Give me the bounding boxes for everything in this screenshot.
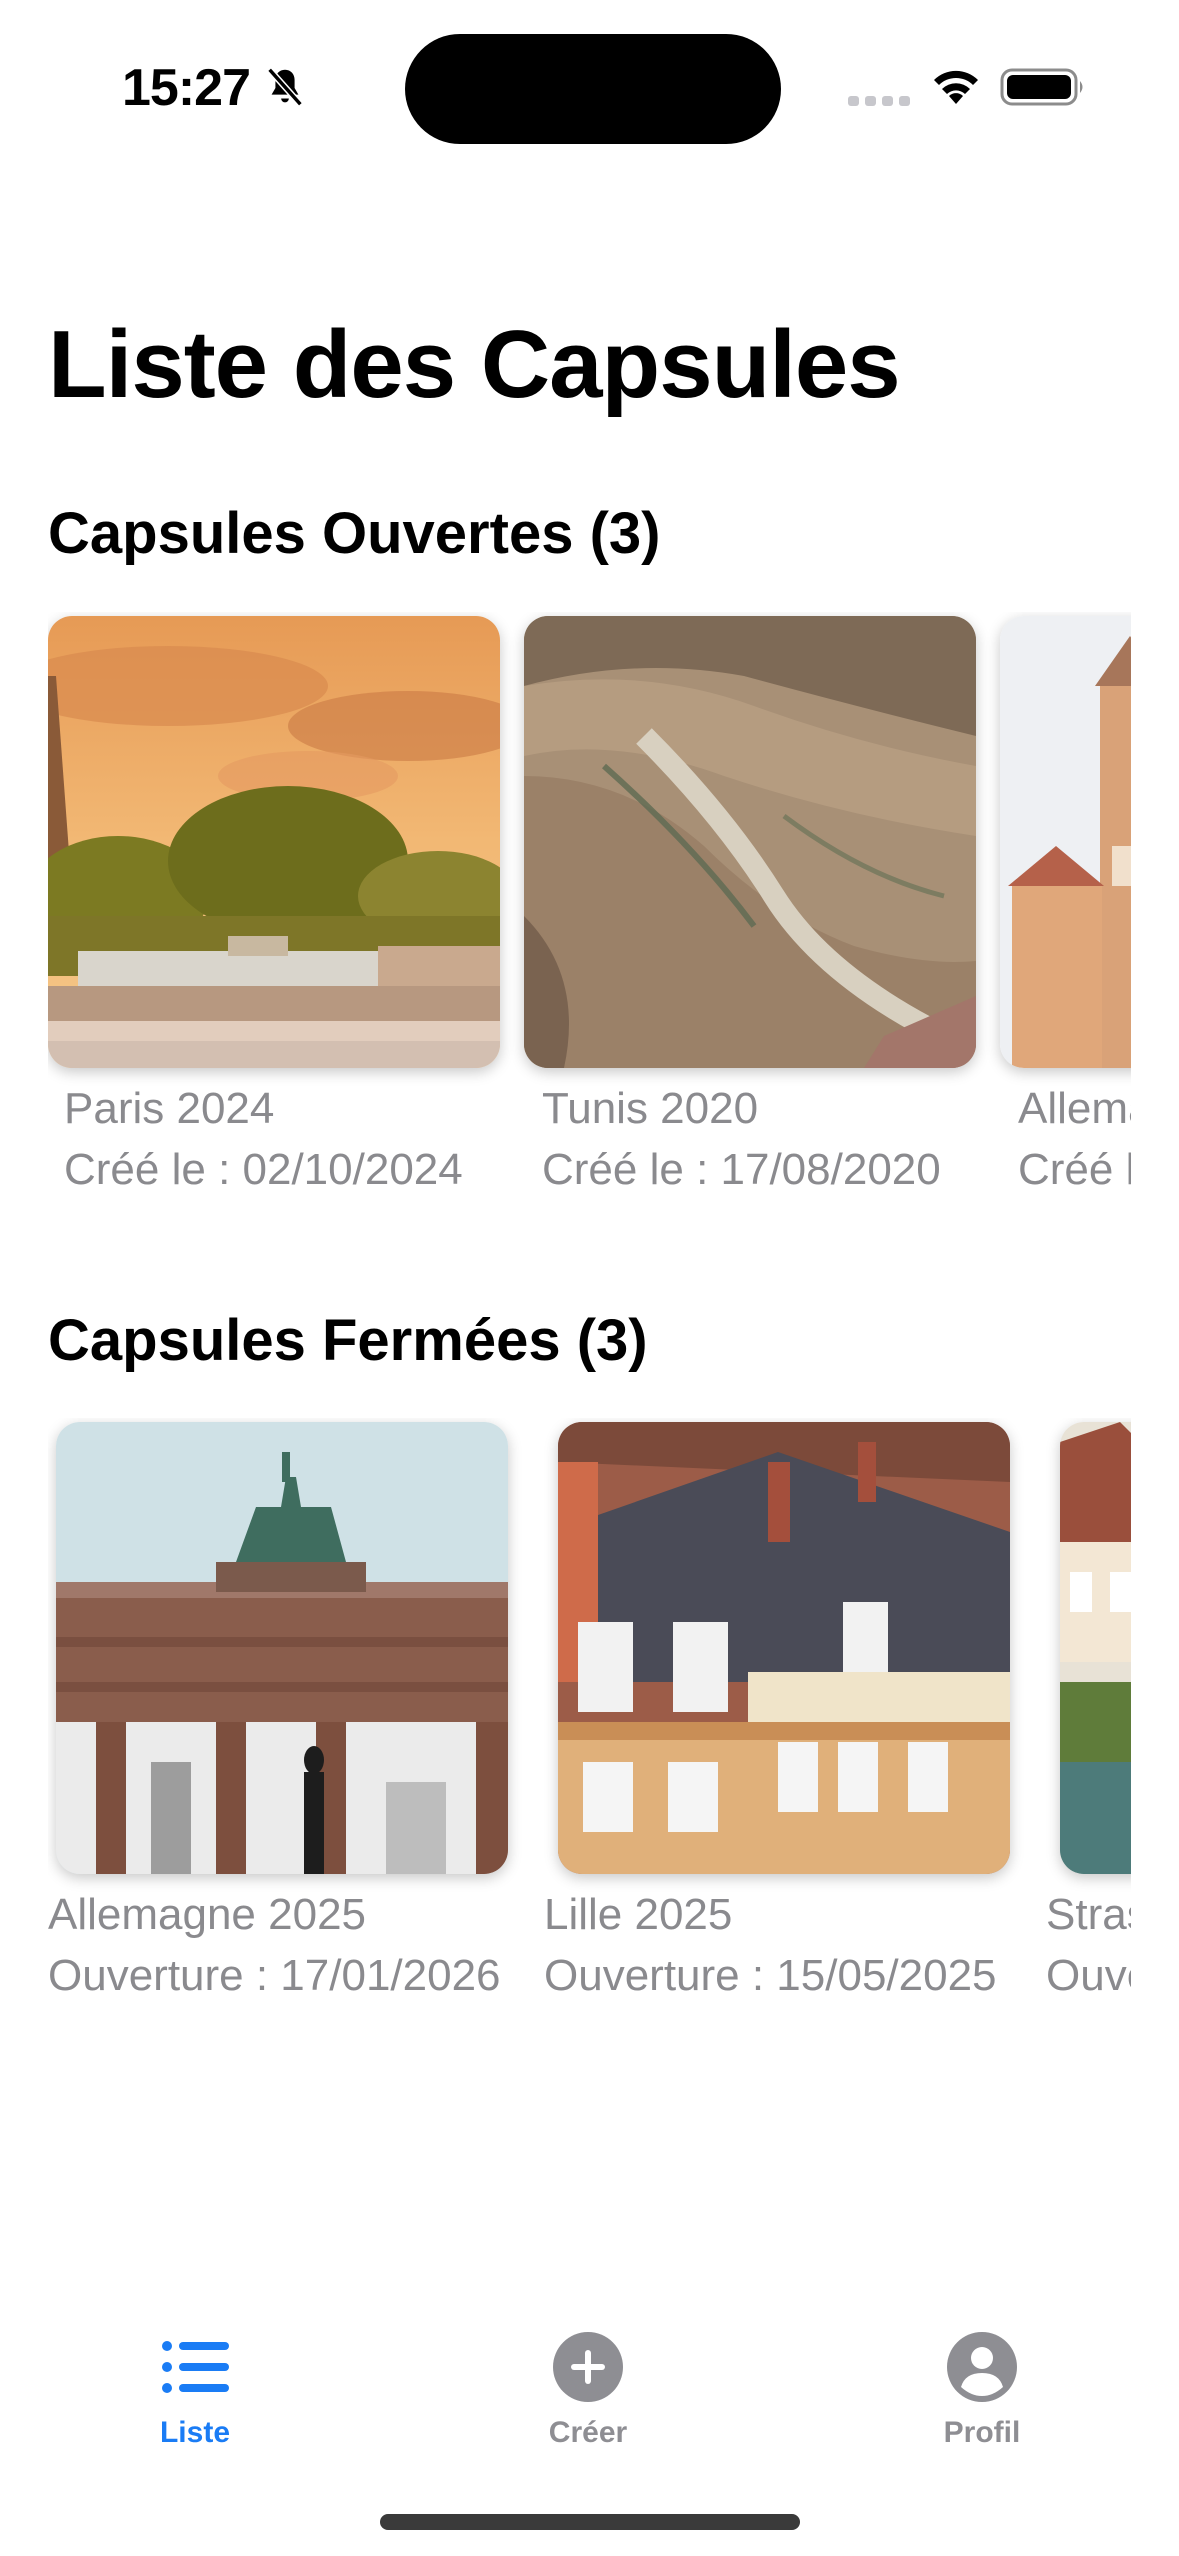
status-time: 15:27 [122, 59, 251, 117]
capsule-name: Allemagne 2025 [48, 1890, 367, 1939]
capsule-name: Paris 2024 [64, 1084, 275, 1133]
closed-capsules-heading: Capsules Fermées (3) [48, 1308, 648, 1373]
capsule-date: Ouverture [1046, 1951, 1131, 2000]
person-circle-icon [947, 2332, 1017, 2402]
open-capsules-heading: Capsules Ouvertes (3) [48, 501, 661, 566]
capsule-name: Tunis 2020 [542, 1084, 759, 1133]
plus-circle-icon [553, 2332, 623, 2402]
tab-label: Créer [548, 2416, 628, 2449]
wifi-icon [934, 70, 978, 104]
capsule-thumbnail [558, 1422, 1010, 1874]
tab-profil[interactable]: Profil [882, 2330, 1082, 2460]
home-indicator [380, 2514, 800, 2530]
capsule-thumbnail [56, 1422, 508, 1874]
capsule-thumbnail [1060, 1422, 1131, 1874]
list-icon [162, 2341, 229, 2393]
capsule-name: Strasbourg [1046, 1890, 1131, 1939]
tab-label: Profil [943, 2416, 1021, 2449]
status-bar: 15:27 [0, 0, 1179, 160]
capsule-thumbnail [524, 616, 976, 1068]
tab-liste[interactable]: Liste [95, 2330, 295, 2460]
capsule-date: Créé le [1018, 1145, 1131, 1194]
capsule-name: Lille 2025 [544, 1890, 733, 1939]
capsule-name: Allemagne 2025 [1018, 1084, 1131, 1133]
capsule-thumbnail [1000, 616, 1131, 1068]
dynamic-island [405, 34, 781, 144]
bell-slash-icon [267, 67, 303, 107]
capsule-date: Créé le : 02/10/2024 [64, 1145, 463, 1194]
tab-label: Liste [159, 2416, 231, 2449]
page-title: Liste des Capsules [48, 311, 901, 418]
capsule-date: Ouverture : 15/05/2025 [544, 1951, 997, 2000]
open-capsules-carousel[interactable]: Paris 2024 Créé le : 02/10/2024 Tunis 20… [48, 612, 1131, 1232]
cellular-signal-icon [848, 96, 910, 106]
closed-capsules-carousel[interactable]: Allemagne 2025 Ouverture : 17/01/2026 Li… [48, 1418, 1131, 2038]
tab-creer[interactable]: Créer [488, 2330, 688, 2460]
capsule-date: Ouverture : 17/01/2026 [48, 1951, 501, 2000]
battery-icon [1000, 68, 1083, 106]
capsule-thumbnail [48, 616, 500, 1068]
tab-bar: Liste Créer Profil [0, 2300, 1179, 2460]
capsule-date: Créé le : 17/08/2020 [542, 1145, 941, 1194]
